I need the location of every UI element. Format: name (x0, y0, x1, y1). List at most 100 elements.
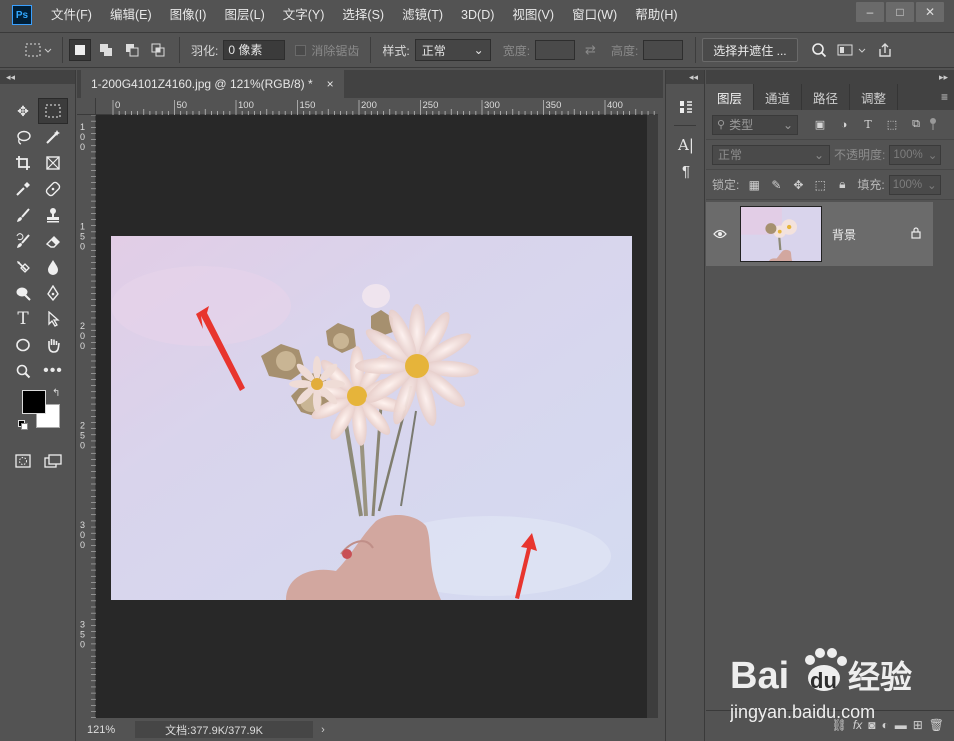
character-panel-icon[interactable]: A| (666, 132, 706, 158)
rect-marquee-tool-icon[interactable] (38, 98, 68, 124)
clone-stamp-tool-icon[interactable] (38, 202, 68, 228)
shape-filter-icon[interactable]: ⬚ (880, 118, 904, 131)
antialias-checkbox[interactable] (295, 44, 307, 56)
menu-select[interactable]: 选择(S) (333, 0, 393, 30)
menu-window[interactable]: 窗口(W) (563, 0, 626, 30)
foreground-color-swatch[interactable] (22, 390, 46, 414)
layer-style-icon[interactable]: fx (853, 718, 862, 732)
layer-row[interactable]: 背景 (706, 202, 933, 266)
eraser-tool-icon[interactable] (38, 228, 68, 254)
intersect-selection-button[interactable] (147, 39, 169, 61)
style-select[interactable]: 正常 ⌄ (414, 39, 491, 61)
menu-view[interactable]: 视图(V) (503, 0, 563, 30)
menu-filter[interactable]: 滤镜(T) (393, 0, 452, 30)
paragraph-panel-icon[interactable]: ¶ (666, 158, 706, 184)
vertical-ruler[interactable]: 100150200250300350 (77, 114, 96, 719)
new-layer-icon[interactable]: ⊞ (913, 718, 923, 732)
document-info[interactable]: 文档:377.9K/377.9K (135, 721, 314, 738)
properties-panel-icon[interactable] (666, 94, 706, 120)
filter-toggle-icon[interactable] (930, 117, 936, 132)
subtract-selection-button[interactable] (121, 39, 143, 61)
marquee-preset-picker[interactable] (22, 39, 56, 61)
status-menu-arrow[interactable]: › (321, 724, 325, 736)
height-input[interactable] (643, 40, 684, 60)
expand-panels-icon[interactable]: ◂◂ (666, 70, 704, 84)
add-selection-button[interactable] (95, 39, 117, 61)
search-icon[interactable] (808, 39, 830, 61)
hand-tool-icon[interactable] (38, 332, 68, 358)
ellipse-tool-icon[interactable] (8, 332, 38, 358)
new-group-icon[interactable]: ▬ (895, 718, 907, 732)
type-tool-icon[interactable]: T (8, 306, 38, 332)
share-icon[interactable] (874, 39, 896, 61)
gradient-tool-icon[interactable] (8, 254, 38, 280)
quick-mask-icon[interactable] (8, 448, 38, 474)
panel-menu-icon[interactable]: ≡ (941, 90, 948, 104)
lock-all-icon[interactable]: 🔒︎ (831, 177, 853, 192)
magic-wand-tool-icon[interactable] (38, 124, 68, 150)
ruler-origin[interactable] (77, 98, 96, 115)
link-layers-icon[interactable]: ⛓ (832, 718, 847, 732)
layer-filter-select[interactable]: ⚲ 类型 ⌄ (712, 114, 798, 135)
delete-layer-icon[interactable]: 🗑︎ (929, 718, 944, 732)
maximize-icon[interactable]: □ (886, 2, 914, 22)
add-mask-icon[interactable]: ◙ (868, 718, 875, 732)
menu-3d[interactable]: 3D(D) (452, 0, 503, 30)
lock-transparent-icon[interactable]: ▦ (743, 178, 765, 192)
menu-edit[interactable]: 编辑(E) (101, 0, 161, 30)
tab-adjustments[interactable]: 调整 (850, 84, 899, 110)
dodge-tool-icon[interactable] (8, 280, 38, 306)
menu-file[interactable]: 文件(F) (42, 0, 101, 30)
fill-input[interactable]: 100% ⌄ (888, 174, 941, 195)
crop-tool-icon[interactable] (8, 150, 38, 176)
horizontal-ruler[interactable]: 0 50 100 150 200 250 300 350 400 (96, 98, 658, 115)
select-and-mask-button[interactable]: 选择并遮住 ... (702, 38, 798, 62)
eye-icon[interactable] (706, 227, 734, 242)
zoom-level[interactable]: 121% (87, 724, 115, 736)
new-selection-button[interactable] (69, 39, 91, 61)
adjustment-layer-icon[interactable]: ◐ (881, 718, 888, 732)
close-tab-icon[interactable]: × (327, 77, 334, 91)
path-selection-tool-icon[interactable] (38, 306, 68, 332)
blur-tool-icon[interactable] (38, 254, 68, 280)
adjustment-filter-icon[interactable]: ◑ (832, 119, 856, 131)
lasso-tool-icon[interactable] (8, 124, 38, 150)
menu-layer[interactable]: 图层(L) (215, 0, 273, 30)
brush-tool-icon[interactable] (8, 202, 38, 228)
menu-type[interactable]: 文字(Y) (274, 0, 334, 30)
default-colors-icon[interactable] (18, 420, 28, 430)
tab-paths[interactable]: 路径 (802, 84, 851, 110)
spot-healing-tool-icon[interactable] (38, 176, 68, 202)
zoom-tool-icon[interactable] (8, 358, 38, 384)
blend-mode-select[interactable]: 正常 ⌄ (712, 144, 830, 165)
document-tab[interactable]: 1-200G4101Z4160.jpg @ 121%(RGB/8) * × (81, 70, 344, 98)
document-image[interactable] (111, 236, 632, 600)
layer-name[interactable]: 背景 (832, 226, 911, 243)
screen-mode-icon[interactable] (38, 448, 68, 474)
more-tools-icon[interactable]: ••• (38, 358, 68, 384)
feather-input[interactable]: 0 像素 (223, 40, 286, 60)
history-brush-tool-icon[interactable] (8, 228, 38, 254)
lock-position-icon[interactable]: ✥ (787, 178, 809, 192)
lock-image-icon[interactable]: ✎ (765, 178, 787, 192)
eyedropper-tool-icon[interactable] (8, 176, 38, 202)
pixel-filter-icon[interactable]: ▣ (808, 118, 832, 131)
tab-channels[interactable]: 通道 (754, 84, 803, 110)
menu-image[interactable]: 图像(I) (161, 0, 216, 30)
tab-layers[interactable]: 图层 (706, 84, 755, 110)
move-tool-icon[interactable]: ✥ (8, 98, 38, 124)
pen-tool-icon[interactable] (38, 280, 68, 306)
vertical-scrollbar[interactable] (647, 115, 658, 718)
collapse-icon[interactable]: ▸▸ (706, 70, 954, 84)
smart-object-filter-icon[interactable]: ⧉ (904, 118, 928, 131)
width-input[interactable] (535, 40, 576, 60)
menu-help[interactable]: 帮助(H) (626, 0, 686, 30)
swap-colors-icon[interactable]: ↰ (52, 388, 60, 399)
workspace-icon[interactable] (834, 39, 870, 61)
lock-artboard-icon[interactable]: ⬚ (809, 178, 831, 192)
opacity-input[interactable]: 100% ⌄ (889, 144, 942, 165)
minimize-icon[interactable]: – (856, 2, 884, 22)
close-icon[interactable]: ✕ (916, 2, 944, 22)
collapse-icon[interactable]: ◂◂ (0, 70, 75, 84)
frame-tool-icon[interactable] (38, 150, 68, 176)
